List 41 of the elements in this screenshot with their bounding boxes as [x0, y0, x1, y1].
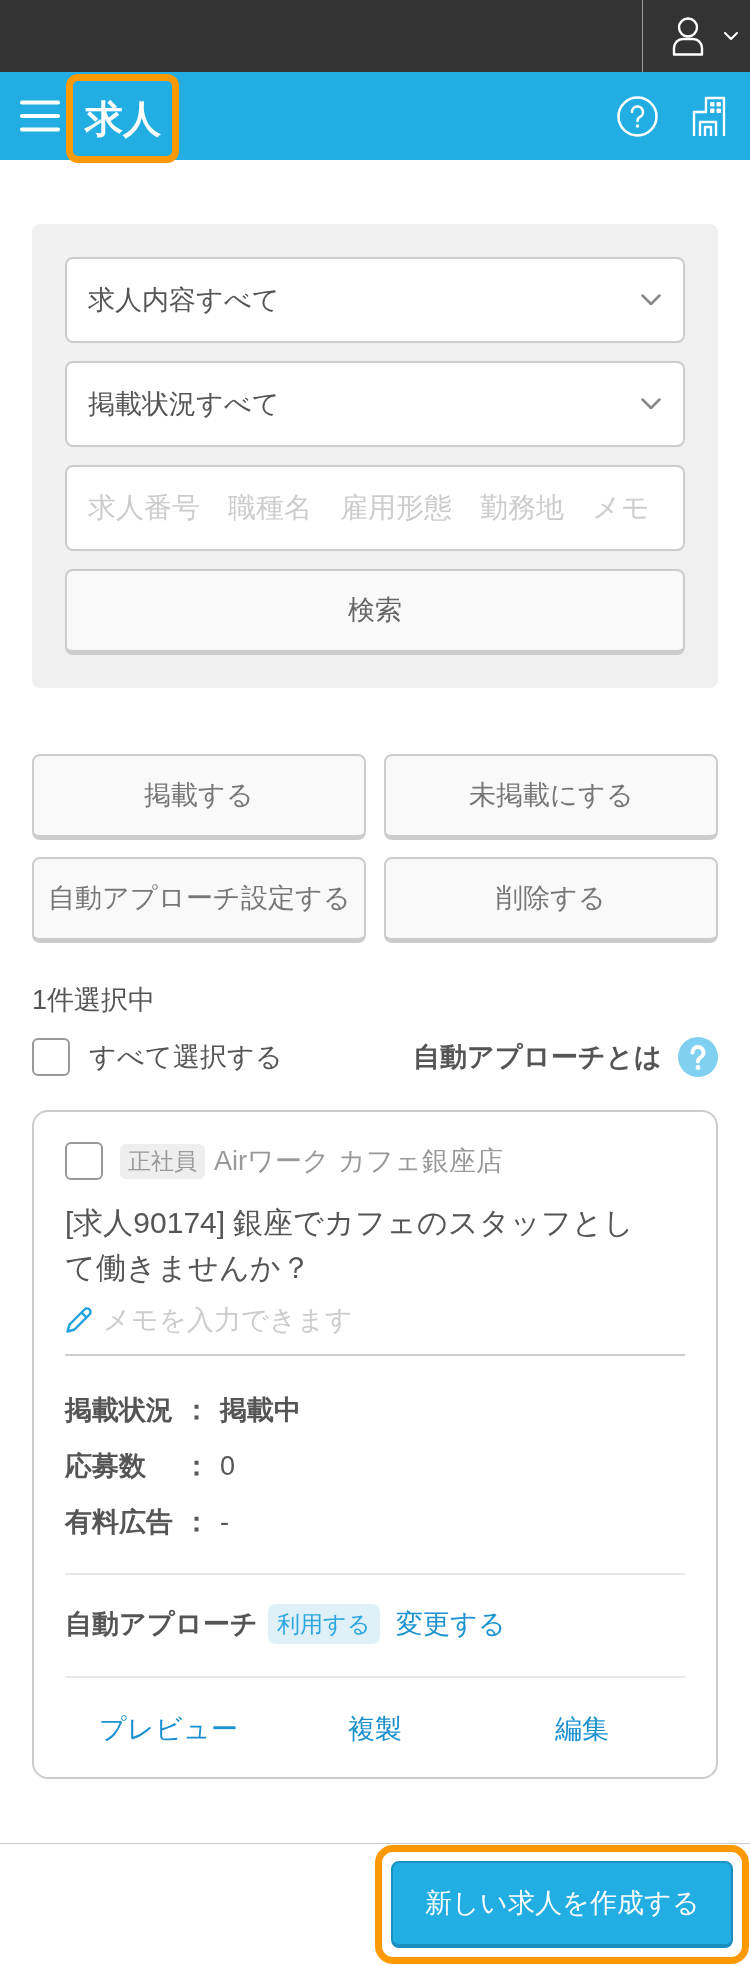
building-icon[interactable] — [692, 95, 726, 137]
card-action-link[interactable]: 複製 — [348, 1708, 402, 1750]
search-button[interactable]: 検索 — [65, 569, 685, 655]
card-action-link[interactable]: プレビュー — [98, 1708, 238, 1750]
auto-approach-label: 自動アプローチ — [65, 1607, 258, 1641]
checkbox[interactable] — [32, 1038, 70, 1076]
store-name: Airワーク カフェ銀座店 — [214, 1144, 503, 1178]
selection-count: 1件選択中 — [32, 984, 156, 1017]
action-button[interactable]: 掲載する — [32, 754, 366, 840]
detail-label: 掲載状況 — [65, 1393, 174, 1427]
pencil-icon — [65, 1306, 93, 1334]
checkbox[interactable] — [65, 1142, 103, 1180]
detail-label: 応募数 — [65, 1449, 147, 1483]
job-title: [求人90174] 銀座でカフェのスタッフとして働きませんか？ — [65, 1205, 636, 1286]
employment-type-tag: 正社員 — [120, 1143, 205, 1179]
help-link[interactable]: 自動アプローチとは — [413, 1036, 662, 1078]
help-icon[interactable] — [617, 95, 658, 137]
create-job-button[interactable]: 新しい求人を作成する — [391, 1861, 733, 1948]
select-field[interactable]: 求人内容すべて — [65, 257, 685, 343]
detail-value: - — [220, 1505, 229, 1539]
help-icon[interactable] — [678, 1037, 718, 1077]
select-field[interactable]: 掲載状況すべて — [65, 361, 685, 447]
change-link[interactable]: 変更する — [396, 1603, 506, 1645]
card-action-link[interactable]: 編集 — [554, 1708, 609, 1750]
page-title: 求人 — [84, 96, 161, 142]
detail-separator: ： — [183, 1505, 210, 1539]
detail-separator: ： — [183, 1393, 210, 1427]
action-button[interactable]: 自動アプローチ設定する — [32, 857, 366, 943]
action-button[interactable]: 未掲載にする — [384, 754, 718, 840]
detail-value: 掲載中 — [220, 1393, 301, 1427]
menu-icon[interactable] — [20, 100, 60, 132]
action-button[interactable]: 削除する — [384, 857, 718, 943]
user-icon — [672, 16, 704, 56]
status-tag: 利用する — [268, 1604, 380, 1644]
select-all-label[interactable]: すべて選択する — [89, 1036, 283, 1078]
chevron-down-icon — [641, 294, 661, 306]
detail-separator: ： — [183, 1449, 210, 1483]
detail-label: 有料広告 — [65, 1505, 174, 1539]
detail-value: 0 — [220, 1449, 236, 1483]
chevron-down-icon — [641, 398, 661, 410]
chevron-down-icon — [724, 32, 738, 40]
